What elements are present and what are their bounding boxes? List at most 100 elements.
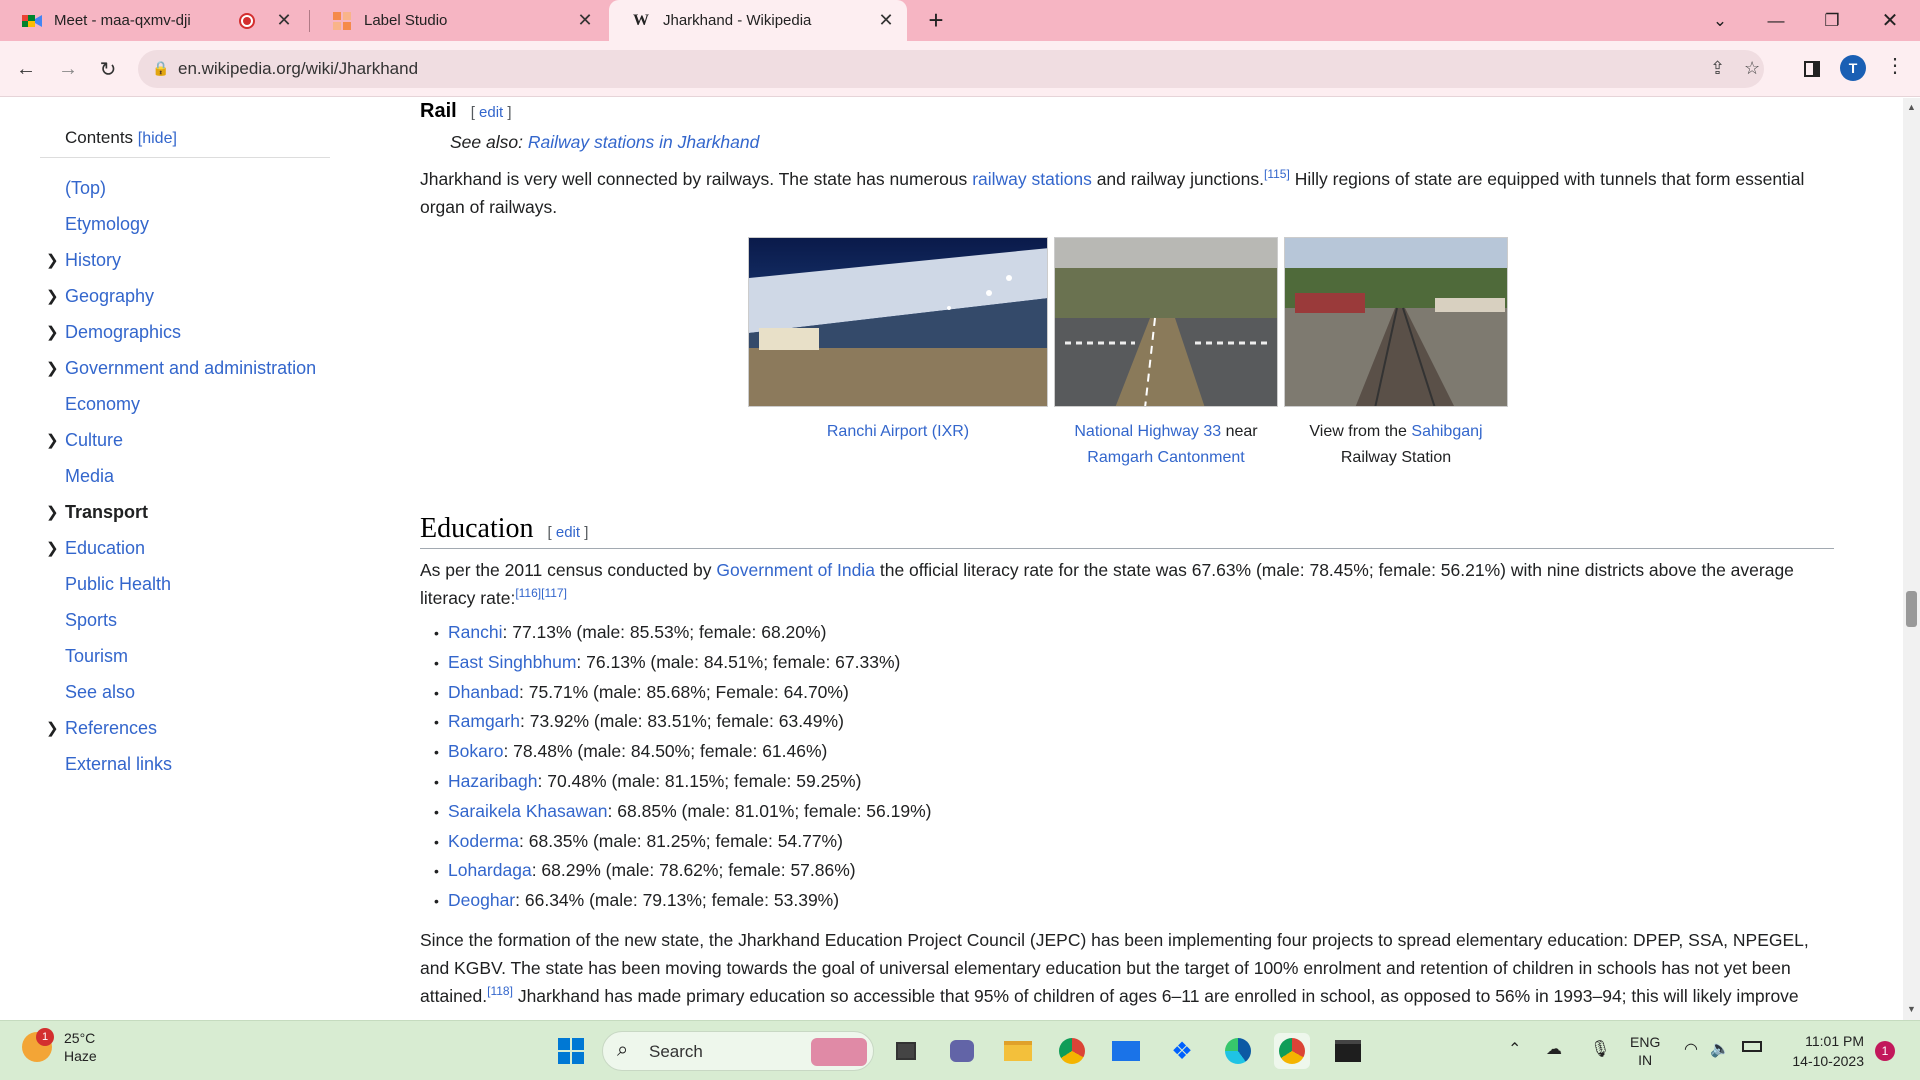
toc-item[interactable]: ❯ References bbox=[40, 713, 157, 743]
toc-item-label[interactable]: Education bbox=[65, 538, 145, 559]
toc-item[interactable]: ❯ Education bbox=[40, 533, 145, 563]
side-panel-icon[interactable] bbox=[1796, 53, 1828, 85]
toc-item[interactable]: ❯ Transport bbox=[40, 497, 148, 527]
toc-item[interactable]: Sports bbox=[40, 605, 117, 635]
lock-icon[interactable]: 🔒 bbox=[152, 60, 169, 77]
task-view-icon[interactable] bbox=[888, 1033, 924, 1069]
toc-item-label[interactable]: Media bbox=[65, 466, 114, 487]
chevron-right-icon[interactable]: ❯ bbox=[40, 287, 65, 305]
onedrive-icon[interactable]: ☁ bbox=[1546, 1039, 1562, 1059]
tab-meet[interactable]: Meet - maa-qxmv-dji ✕ bbox=[0, 0, 305, 41]
district-link[interactable]: Deoghar bbox=[448, 890, 515, 910]
toc-item-label[interactable]: Tourism bbox=[65, 646, 128, 667]
scrollbar-thumb[interactable] bbox=[1906, 591, 1917, 627]
toc-item-label[interactable]: External links bbox=[65, 754, 172, 775]
clock[interactable]: 11:01 PM 14-10-2023 bbox=[1784, 1031, 1864, 1071]
caption-link[interactable]: Sahibganj bbox=[1411, 423, 1482, 440]
citation-ref[interactable]: [116][117] bbox=[515, 586, 567, 600]
citation-ref[interactable]: [118] bbox=[487, 984, 513, 998]
toc-item-label[interactable]: History bbox=[65, 250, 121, 271]
toc-item-label[interactable]: Public Health bbox=[65, 574, 171, 595]
chevron-right-icon[interactable]: ❯ bbox=[40, 539, 65, 557]
sahibganj-station-image[interactable] bbox=[1284, 237, 1508, 407]
toc-item-label[interactable]: Sports bbox=[65, 610, 117, 631]
close-window-button[interactable]: ✕ bbox=[1862, 0, 1918, 41]
district-link[interactable]: Dhanbad bbox=[448, 682, 519, 702]
notification-badge[interactable]: 1 bbox=[1875, 1041, 1895, 1061]
toc-item[interactable]: Media bbox=[40, 461, 114, 491]
toc-item-label[interactable]: Government and administration bbox=[65, 358, 316, 379]
more-menu-icon[interactable]: ⋮ bbox=[1885, 53, 1905, 78]
toc-item[interactable]: ❯ Government and administration bbox=[40, 353, 316, 383]
tab-label-studio[interactable]: Label Studio ✕ bbox=[310, 0, 606, 41]
toc-item[interactable]: Etymology bbox=[40, 209, 149, 239]
chevron-right-icon[interactable]: ❯ bbox=[40, 719, 65, 737]
district-link[interactable]: Lohardaga bbox=[448, 860, 532, 880]
edit-section-link[interactable]: [ edit ] bbox=[548, 524, 589, 541]
toc-item-label[interactable]: Demographics bbox=[65, 322, 181, 343]
restore-button[interactable]: ❐ bbox=[1804, 0, 1860, 41]
tab-search-chevron-icon[interactable]: ⌄ bbox=[1692, 0, 1748, 41]
edit-label[interactable]: edit bbox=[479, 104, 503, 121]
close-tab-icon[interactable]: ✕ bbox=[271, 10, 297, 31]
chevron-right-icon[interactable]: ❯ bbox=[40, 359, 65, 377]
taskbar-search[interactable]: ⌕ Search bbox=[602, 1031, 874, 1071]
toc-item-label[interactable]: See also bbox=[65, 682, 135, 703]
edit-section-link[interactable]: [ edit ] bbox=[471, 104, 512, 121]
reload-button[interactable]: ↻ bbox=[92, 53, 124, 85]
weather-widget[interactable]: 1 25°C Haze bbox=[22, 1028, 97, 1065]
toc-item-label[interactable]: Transport bbox=[65, 502, 148, 523]
toc-item[interactable]: ❯ Geography bbox=[40, 281, 154, 311]
district-link[interactable]: Ranchi bbox=[448, 622, 502, 642]
toc-item[interactable]: Public Health bbox=[40, 569, 171, 599]
see-also-link[interactable]: Railway stations in Jharkhand bbox=[528, 132, 760, 152]
tab-wikipedia[interactable]: W Jharkhand - Wikipedia ✕ bbox=[609, 0, 907, 41]
chevron-right-icon[interactable]: ❯ bbox=[40, 431, 65, 449]
toc-item-label[interactable]: Etymology bbox=[65, 214, 149, 235]
scroll-down-arrow-icon[interactable]: ▼ bbox=[1907, 1004, 1916, 1014]
address-bar[interactable]: 🔒 en.wikipedia.org/wiki/Jharkhand ⇪ ☆ bbox=[138, 50, 1764, 88]
toc-item[interactable]: ❯ Culture bbox=[40, 425, 123, 455]
toc-hide-link[interactable]: [hide] bbox=[138, 130, 177, 147]
toc-item[interactable]: (Top) bbox=[40, 173, 106, 203]
profile-avatar[interactable]: T bbox=[1840, 55, 1866, 81]
scroll-up-arrow-icon[interactable]: ▲ bbox=[1907, 102, 1916, 112]
toc-item[interactable]: Tourism bbox=[40, 641, 128, 671]
district-link[interactable]: Hazaribagh bbox=[448, 771, 538, 791]
national-highway-image[interactable] bbox=[1054, 237, 1278, 407]
microphone-icon[interactable]: 🎙 bbox=[1590, 1039, 1610, 1059]
bookmark-star-icon[interactable]: ☆ bbox=[1744, 58, 1760, 79]
toc-item[interactable]: ❯ History bbox=[40, 245, 121, 275]
chrome-icon[interactable] bbox=[1054, 1033, 1090, 1069]
caption-link[interactable]: Ramgarh Cantonment bbox=[1087, 449, 1244, 466]
railway-stations-link[interactable]: railway stations bbox=[972, 169, 1092, 189]
toc-item-label[interactable]: References bbox=[65, 718, 157, 739]
chevron-right-icon[interactable]: ❯ bbox=[40, 251, 65, 269]
district-link[interactable]: Ramgarh bbox=[448, 711, 520, 731]
chrome-profile-icon[interactable] bbox=[1274, 1033, 1310, 1069]
district-link[interactable]: East Singhbhum bbox=[448, 652, 576, 672]
battery-icon[interactable] bbox=[1742, 1039, 1762, 1057]
caption-link[interactable]: National Highway 33 bbox=[1074, 423, 1221, 440]
ranchi-airport-image[interactable] bbox=[748, 237, 1048, 407]
close-tab-icon[interactable]: ✕ bbox=[873, 10, 899, 31]
dropbox-icon[interactable]: ❖ bbox=[1164, 1033, 1200, 1069]
file-explorer-icon[interactable] bbox=[1000, 1033, 1036, 1069]
teams-chat-icon[interactable] bbox=[944, 1033, 980, 1069]
district-link[interactable]: Bokaro bbox=[448, 741, 503, 761]
language-indicator[interactable]: ENG IN bbox=[1630, 1033, 1660, 1069]
terminal-icon[interactable] bbox=[1330, 1033, 1366, 1069]
volume-icon[interactable]: 🔈 bbox=[1710, 1039, 1730, 1059]
wifi-icon[interactable]: ◠ bbox=[1684, 1039, 1698, 1059]
district-link[interactable]: Koderma bbox=[448, 831, 519, 851]
edge-icon[interactable] bbox=[1220, 1033, 1256, 1069]
start-button[interactable] bbox=[553, 1033, 589, 1069]
toc-item-label[interactable]: Geography bbox=[65, 286, 154, 307]
chevron-right-icon[interactable]: ❯ bbox=[40, 503, 65, 521]
citation-ref[interactable]: [115] bbox=[1264, 167, 1290, 181]
toc-item-label[interactable]: (Top) bbox=[65, 178, 106, 199]
close-tab-icon[interactable]: ✕ bbox=[572, 10, 598, 31]
toc-item[interactable]: See also bbox=[40, 677, 135, 707]
mail-icon[interactable] bbox=[1108, 1033, 1144, 1069]
caption-link[interactable]: Ranchi Airport (IXR) bbox=[827, 423, 969, 440]
